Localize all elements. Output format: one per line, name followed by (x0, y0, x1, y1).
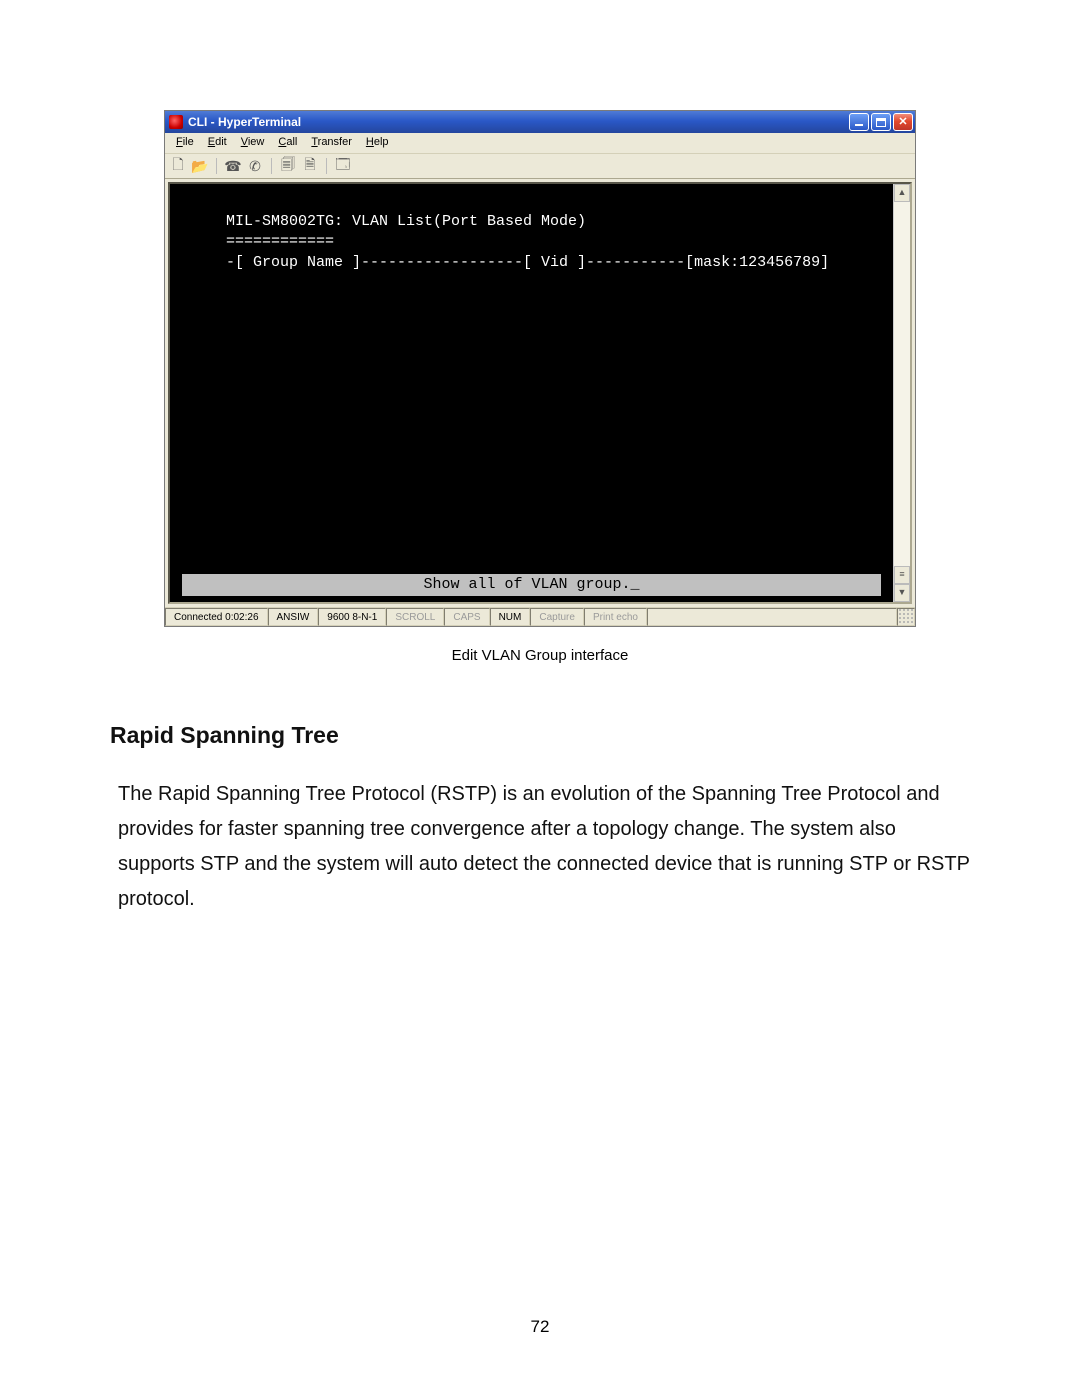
menubar: File Edit View Call Transfer Help (165, 133, 915, 154)
client-area: MIL-SM8002TG: VLAN List(Port Based Mode)… (165, 179, 915, 607)
maximize-button[interactable] (871, 113, 891, 131)
window-title: CLI - HyperTerminal (188, 115, 301, 129)
status-scroll: SCROLL (386, 608, 444, 626)
app-icon (169, 115, 183, 129)
hyperterminal-window: CLI - HyperTerminal File Edit View Call … (164, 110, 916, 627)
terminal-line-1: MIL-SM8002TG: VLAN List(Port Based Mode) (170, 212, 893, 232)
status-num: NUM (490, 608, 531, 626)
terminal-line-3: -[ Group Name ]------------------[ Vid ]… (170, 253, 893, 273)
toolbar-separator (216, 158, 217, 174)
menu-view[interactable]: View (234, 133, 272, 153)
section-heading: Rapid Spanning Tree (110, 722, 970, 749)
page-number: 72 (0, 1317, 1080, 1337)
scroll-up-icon[interactable]: ▲ (894, 184, 910, 202)
status-capture: Capture (530, 608, 584, 626)
scroll-track[interactable] (894, 202, 910, 566)
properties-icon[interactable]: 🗔 (334, 157, 352, 175)
scroll-down-icon[interactable]: ▼ (894, 584, 910, 602)
figure-caption: Edit VLAN Group interface (110, 647, 970, 664)
status-port: 9600 8-N-1 (318, 608, 386, 626)
status-printecho: Print echo (584, 608, 647, 626)
scroll-stop-icon[interactable]: ≡ (894, 566, 910, 584)
minimize-button[interactable] (849, 113, 869, 131)
resize-grip-icon[interactable] (897, 608, 915, 626)
send-file-icon[interactable]: 🗐 (279, 157, 297, 175)
status-connected: Connected 0:02:26 (165, 608, 268, 626)
toolbar-separator (326, 158, 327, 174)
menu-file[interactable]: File (169, 133, 201, 153)
vertical-scrollbar[interactable]: ▲ ≡ ▼ (893, 184, 910, 602)
open-file-icon[interactable]: 📂 (191, 157, 209, 175)
phone-icon[interactable]: ☎ (224, 157, 242, 175)
window-buttons (849, 113, 913, 131)
body-paragraph: The Rapid Spanning Tree Protocol (RSTP) … (118, 777, 970, 917)
menu-help[interactable]: Help (359, 133, 396, 153)
toolbar-separator (271, 158, 272, 174)
status-caps: CAPS (444, 608, 489, 626)
new-file-icon[interactable]: 🗋 (169, 157, 187, 175)
window-titlebar: CLI - HyperTerminal (165, 111, 915, 133)
toolbar: 🗋 📂 ☎ ✆ 🗐 🗎 🗔 (165, 154, 915, 179)
status-term: ANSIW (268, 608, 319, 626)
close-button[interactable] (893, 113, 913, 131)
status-bar: Connected 0:02:26 ANSIW 9600 8-N-1 SCROL… (165, 607, 915, 626)
menu-transfer[interactable]: Transfer (304, 133, 359, 153)
terminal-output[interactable]: MIL-SM8002TG: VLAN List(Port Based Mode)… (170, 184, 893, 602)
hangup-icon[interactable]: ✆ (246, 157, 264, 175)
terminal-footer: Show all of VLAN group._ (182, 574, 881, 596)
menu-call[interactable]: Call (271, 133, 304, 153)
terminal-line-2: ============ (170, 232, 893, 252)
menu-edit[interactable]: Edit (201, 133, 234, 153)
receive-file-icon[interactable]: 🗎 (301, 157, 319, 175)
